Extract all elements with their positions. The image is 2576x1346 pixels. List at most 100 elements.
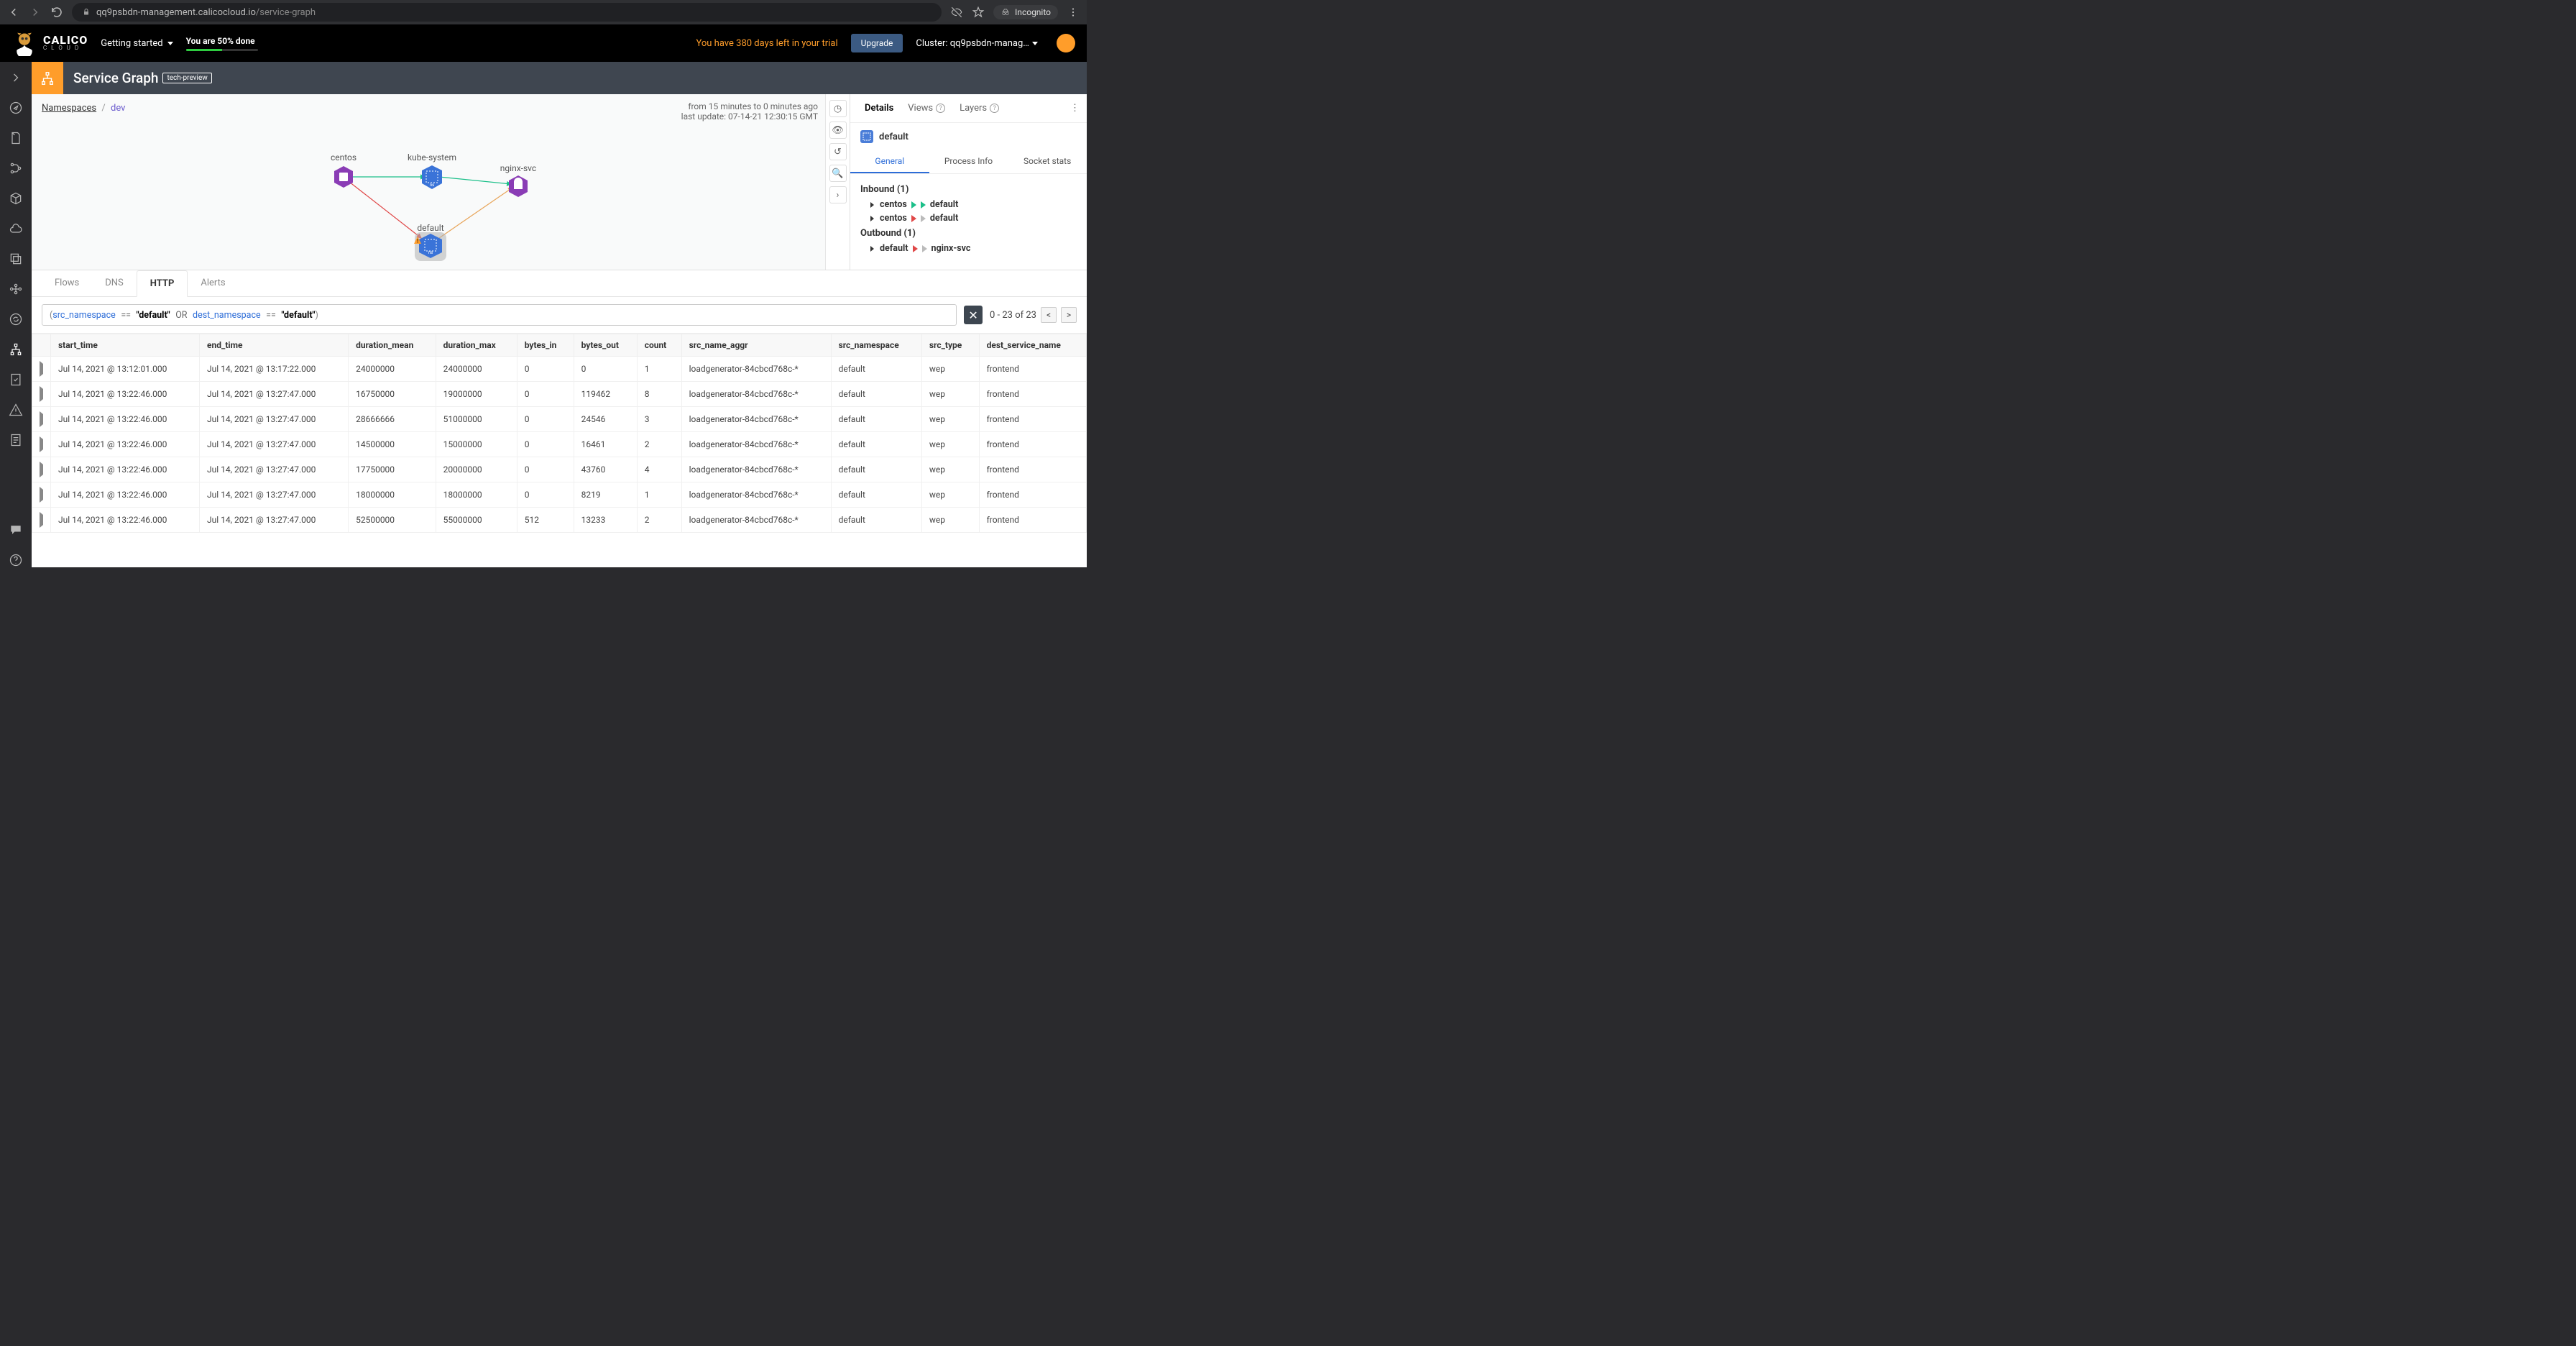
col-src_namespace[interactable]: src_namespace xyxy=(831,334,921,357)
help-icon[interactable] xyxy=(9,553,23,567)
svg-text:svc: svc xyxy=(515,191,521,196)
col-start_time[interactable]: start_time xyxy=(51,334,200,357)
alert-icon[interactable] xyxy=(9,403,23,417)
cluster-selector[interactable]: Cluster: qq9psbdn-manag… xyxy=(916,38,1038,49)
crumb-current: dev xyxy=(111,103,125,114)
prev-page-button[interactable]: < xyxy=(1041,307,1057,323)
expand-row-button[interactable] xyxy=(32,457,51,482)
expand-row-button[interactable] xyxy=(32,482,51,508)
pager: 0 - 23 of 23 < > xyxy=(990,307,1077,323)
nodes-icon[interactable] xyxy=(9,282,23,296)
node-centos[interactable]: centos xyxy=(331,152,356,188)
subtab-socket[interactable]: Socket stats xyxy=(1008,150,1087,173)
crumb-root[interactable]: Namespaces xyxy=(42,103,96,114)
graph-toolbar: ◷ 👁 ↺ 🔍 › xyxy=(825,94,850,270)
expand-row-button[interactable] xyxy=(32,508,51,533)
reload-icon[interactable] xyxy=(50,6,63,19)
check-doc-icon[interactable] xyxy=(9,372,23,387)
kebab-icon[interactable] xyxy=(1067,6,1080,19)
branch-icon[interactable] xyxy=(9,161,23,175)
filter-input[interactable]: (src_namespace == "default" OR dest_name… xyxy=(42,304,957,326)
tab-details[interactable]: Details xyxy=(857,103,901,114)
chevron-right-icon xyxy=(870,216,874,221)
next-page-button[interactable]: > xyxy=(1061,307,1077,323)
table-row[interactable]: Jul 14, 2021 @ 13:22:46.000Jul 14, 2021 … xyxy=(32,407,1087,432)
expand-row-button[interactable] xyxy=(32,357,51,382)
table-row[interactable]: Jul 14, 2021 @ 13:22:46.000Jul 14, 2021 … xyxy=(32,508,1087,533)
copy-icon[interactable] xyxy=(9,252,23,266)
table-row[interactable]: Jul 14, 2021 @ 13:22:46.000Jul 14, 2021 … xyxy=(32,457,1087,482)
reset-button[interactable]: ↺ xyxy=(829,143,847,160)
logo[interactable]: CALICO C L O U D xyxy=(12,30,88,56)
visibility-button[interactable]: 👁 xyxy=(829,122,847,139)
col-duration_mean[interactable]: duration_mean xyxy=(349,334,436,357)
progress-indicator: You are 50% done xyxy=(186,36,258,51)
col-bytes_in[interactable]: bytes_in xyxy=(517,334,574,357)
table-row[interactable]: Jul 14, 2021 @ 13:12:01.000Jul 14, 2021 … xyxy=(32,357,1087,382)
inbound-row[interactable]: centosdefault xyxy=(860,211,1077,225)
cluster-label: Cluster: qq9psbdn-manag… xyxy=(916,38,1029,49)
node-default[interactable]: ns ! default xyxy=(414,223,446,261)
col-end_time[interactable]: end_time xyxy=(200,334,349,357)
collapse-panel-button[interactable]: › xyxy=(829,186,847,203)
table-row[interactable]: Jul 14, 2021 @ 13:22:46.000Jul 14, 2021 … xyxy=(32,432,1087,457)
details-panel: Details Views? Layers? ⋮ default General… xyxy=(850,94,1087,270)
chevron-down-icon xyxy=(1032,42,1038,45)
col-dest_service_name[interactable]: dest_service_name xyxy=(979,334,1086,357)
inbound-row[interactable]: centosdefault xyxy=(860,198,1077,211)
expand-row-button[interactable] xyxy=(32,432,51,457)
report-icon[interactable] xyxy=(9,433,23,447)
star-icon[interactable] xyxy=(972,6,985,19)
chat-icon[interactable] xyxy=(9,523,23,537)
service-graph-icon[interactable] xyxy=(9,342,23,357)
refresh-badge-icon[interactable] xyxy=(9,312,23,326)
tab-http[interactable]: HTTP xyxy=(137,270,188,297)
compass-icon[interactable] xyxy=(9,101,23,115)
history-button[interactable]: ◷ xyxy=(829,100,847,117)
search-button[interactable]: 🔍 xyxy=(829,165,847,182)
progress-text: You are 50% done xyxy=(186,36,258,46)
col-bytes_out[interactable]: bytes_out xyxy=(574,334,637,357)
cube-icon[interactable] xyxy=(9,191,23,206)
time-range: from 15 minutes to 0 minutes ago xyxy=(681,101,818,111)
eye-off-icon[interactable] xyxy=(950,6,963,19)
incognito-icon xyxy=(1000,7,1011,17)
url-host: qq9psbdn-management.calicocloud.io/servi… xyxy=(96,7,316,18)
tab-views[interactable]: Views? xyxy=(901,103,952,114)
table-row[interactable]: Jul 14, 2021 @ 13:22:46.000Jul 14, 2021 … xyxy=(32,482,1087,508)
tech-preview-chip: tech-preview xyxy=(162,73,211,83)
svg-text:default: default xyxy=(417,223,443,233)
getting-started-menu[interactable]: Getting started xyxy=(101,38,172,49)
graph-canvas[interactable]: Namespaces / dev from 15 minutes to 0 mi… xyxy=(32,94,825,270)
expand-row-button[interactable] xyxy=(32,382,51,407)
col-src_name_aggr[interactable]: src_name_aggr xyxy=(681,334,831,357)
tab-flows[interactable]: Flows xyxy=(42,270,92,296)
calico-logo-icon xyxy=(12,30,37,56)
back-icon[interactable] xyxy=(7,6,20,19)
cloud-icon[interactable] xyxy=(9,221,23,236)
logo-text: CALICO xyxy=(43,36,88,45)
details-more-icon[interactable]: ⋮ xyxy=(1070,103,1080,114)
forward-icon[interactable] xyxy=(29,6,42,19)
svg-text:ns: ns xyxy=(428,250,433,255)
tab-dns[interactable]: DNS xyxy=(92,270,137,296)
clear-filter-button[interactable]: ✕ xyxy=(964,306,983,324)
subtab-process[interactable]: Process Info xyxy=(929,150,1008,173)
expand-nav-icon[interactable] xyxy=(9,70,23,85)
subtab-general[interactable]: General xyxy=(850,150,929,173)
avatar[interactable] xyxy=(1057,34,1075,52)
table-row[interactable]: Jul 14, 2021 @ 13:22:46.000Jul 14, 2021 … xyxy=(32,382,1087,407)
expand-row-button[interactable] xyxy=(32,407,51,432)
upgrade-button[interactable]: Upgrade xyxy=(851,34,903,52)
col-count[interactable]: count xyxy=(637,334,681,357)
lock-icon xyxy=(82,8,91,17)
col-duration_max[interactable]: duration_max xyxy=(436,334,517,357)
service-graph-header-icon xyxy=(32,62,63,94)
node-kube-system[interactable]: ns kube-system xyxy=(408,152,456,189)
policy-icon[interactable] xyxy=(9,131,23,145)
outbound-row[interactable]: defaultnginx-svc xyxy=(860,242,1077,253)
url-bar[interactable]: qq9psbdn-management.calicocloud.io/servi… xyxy=(72,3,942,22)
tab-alerts[interactable]: Alerts xyxy=(188,270,238,296)
tab-layers[interactable]: Layers? xyxy=(952,103,1006,114)
col-src_type[interactable]: src_type xyxy=(921,334,979,357)
